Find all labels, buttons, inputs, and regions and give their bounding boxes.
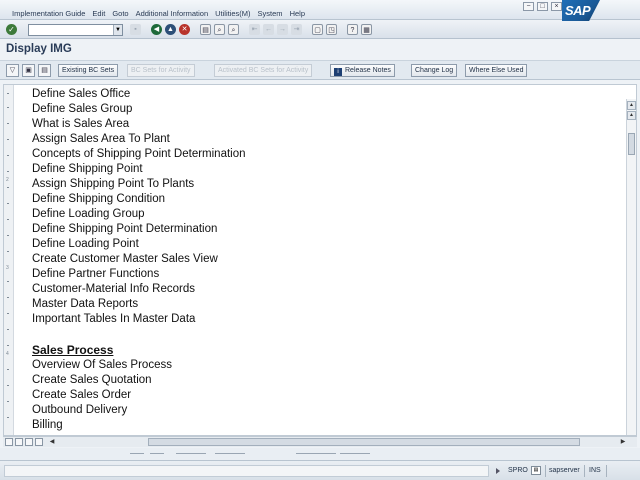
minimize-button[interactable]: − bbox=[523, 2, 534, 11]
print-icon[interactable]: ▤ bbox=[200, 24, 211, 35]
status-message-area bbox=[4, 465, 489, 477]
menu-item-implementation-guide[interactable]: Implementation Guide bbox=[12, 9, 85, 18]
enter-checkmark-icon[interactable]: ✓ bbox=[6, 24, 17, 35]
scroll-up-icon[interactable]: ▲ bbox=[627, 101, 636, 110]
line-gutter: 2 3 4 bbox=[4, 85, 14, 435]
previous-page-icon[interactable]: ← bbox=[263, 24, 274, 35]
content-line: What is Sales Area bbox=[32, 118, 130, 130]
expand-subtree-icon[interactable]: ▽ bbox=[6, 64, 19, 77]
content-line: Define Shipping Point Determination bbox=[32, 223, 218, 235]
content-line: Define Loading Group bbox=[32, 208, 145, 220]
release-notes-label: Release Notes bbox=[345, 67, 391, 74]
content-line: Assign Shipping Point To Plants bbox=[32, 178, 195, 190]
page-title: Display IMG bbox=[6, 43, 72, 55]
first-page-icon[interactable]: ⇤ bbox=[249, 24, 260, 35]
transaction-code: SPRO bbox=[508, 467, 528, 474]
menu-item-utilities[interactable]: Utilities(M) bbox=[215, 9, 250, 18]
display-icon[interactable]: ▣ bbox=[22, 64, 35, 77]
content-line: Overview Of Sales Process bbox=[32, 359, 172, 371]
content-line: Define Shipping Condition bbox=[32, 193, 165, 205]
content-line: Master Data Reports bbox=[32, 298, 139, 310]
menu-item-additional-information[interactable]: Additional Information bbox=[136, 9, 209, 18]
drawing-toolbar bbox=[0, 448, 640, 460]
horizontal-scroll-thumb[interactable] bbox=[148, 438, 580, 446]
content-line: Create Sales Order bbox=[32, 389, 132, 401]
content-line: Billing bbox=[32, 419, 63, 431]
content-lines: Define Sales Office Define Sales Group Wha… bbox=[32, 87, 246, 433]
cancel-icon[interactable]: ✕ bbox=[179, 24, 190, 35]
menu-item-goto[interactable]: Goto bbox=[112, 9, 128, 18]
section-heading: Sales Process bbox=[32, 343, 114, 357]
content-line: Define Sales Office bbox=[32, 88, 131, 100]
where-else-used-button[interactable]: Where Else Used bbox=[465, 64, 528, 77]
layout-menu-icon[interactable]: ▦ bbox=[361, 24, 372, 35]
content-line: Outbound Delivery bbox=[32, 404, 128, 416]
chevron-down-icon[interactable]: ▼ bbox=[113, 25, 122, 35]
server-name: sapserver bbox=[549, 467, 580, 474]
scroll-left-icon[interactable]: ◀ bbox=[48, 438, 56, 446]
existing-bc-sets-button[interactable]: Existing BC Sets bbox=[58, 64, 119, 77]
expand-status-icon[interactable] bbox=[496, 468, 500, 474]
status-bar: SPRO ▤ sapserver INS bbox=[0, 460, 640, 480]
command-field[interactable]: ▼ bbox=[28, 24, 123, 36]
vertical-scroll-thumb[interactable] bbox=[628, 133, 635, 155]
bc-sets-for-activity-button[interactable]: BC Sets for Activity bbox=[127, 64, 195, 77]
view-toggle-icon[interactable] bbox=[35, 438, 43, 446]
content-line: Create Sales Quotation bbox=[32, 374, 152, 386]
view-toggle-icon[interactable] bbox=[15, 438, 23, 446]
release-notes-button[interactable]: i Release Notes bbox=[330, 64, 395, 77]
toolbar-icons: ▪ ◀ ▲ ✕ ▤ ⌕ ⌕ ⇤ ← → ⇥ ▢ ◳ ? ▦ bbox=[130, 24, 372, 35]
back-icon[interactable]: ◀ bbox=[151, 24, 162, 35]
find-next-icon[interactable]: ⌕ bbox=[228, 24, 239, 35]
menu-item-help[interactable]: Help bbox=[290, 9, 305, 18]
content-line: Concepts of Shipping Point Determination bbox=[32, 148, 246, 160]
system-info-icon[interactable]: ▤ bbox=[531, 466, 541, 475]
window-controls: − □ × bbox=[523, 2, 562, 11]
last-page-icon[interactable]: ⇥ bbox=[291, 24, 302, 35]
content-line: Assign Sales Area To Plant bbox=[32, 133, 170, 145]
content-line: Define Loading Point bbox=[32, 238, 139, 250]
vertical-scrollbar[interactable]: ▲ ▲ bbox=[626, 99, 636, 435]
content-line: Define Sales Group bbox=[32, 103, 133, 115]
find-icon[interactable]: ⌕ bbox=[214, 24, 225, 35]
content-line: Define Shipping Point bbox=[32, 163, 143, 175]
save-icon[interactable]: ▪ bbox=[130, 24, 141, 35]
change-log-button[interactable]: Change Log bbox=[411, 64, 458, 77]
document-display-area[interactable]: 2 3 4 Define Sales Office Define Sales Gr… bbox=[3, 84, 637, 436]
shortcut-icon[interactable]: ◳ bbox=[326, 24, 337, 35]
maximize-button[interactable]: □ bbox=[537, 2, 548, 11]
content-line: Create Customer Master Sales View bbox=[32, 253, 218, 265]
menu-item-system[interactable]: System bbox=[258, 9, 283, 18]
view-toggle-icon[interactable] bbox=[25, 438, 33, 446]
sap-gui-window: Implementation Guide Edit Goto Additiona… bbox=[0, 0, 640, 480]
help-icon[interactable]: ? bbox=[347, 24, 358, 35]
new-session-icon[interactable]: ▢ bbox=[312, 24, 323, 35]
scroll-up-page-icon[interactable]: ▲ bbox=[627, 111, 636, 120]
scroll-right-icon[interactable]: ▶ bbox=[619, 438, 627, 446]
content-line: Customer-Material Info Records bbox=[32, 283, 195, 295]
info-icon: i bbox=[334, 68, 342, 76]
standard-toolbar: ✓ ▼ ▪ ◀ ▲ ✕ ▤ ⌕ ⌕ ⇤ ← → ⇥ ▢ ◳ ? ▦ bbox=[0, 21, 640, 39]
settings-icon[interactable]: ▤ bbox=[38, 64, 51, 77]
content-line: Define Partner Functions bbox=[32, 268, 160, 280]
view-toggle-icon[interactable] bbox=[5, 438, 13, 446]
application-toolbar: ▽ ▣ ▤ Existing BC Sets BC Sets for Activ… bbox=[0, 60, 640, 80]
input-mode: INS bbox=[589, 467, 601, 474]
sap-logo: SAP bbox=[562, 0, 600, 22]
menu-item-edit[interactable]: Edit bbox=[92, 9, 105, 18]
exit-icon[interactable]: ▲ bbox=[165, 24, 176, 35]
horizontal-scrollbar[interactable]: ◀ ▶ bbox=[3, 436, 637, 447]
close-button[interactable]: × bbox=[551, 2, 562, 11]
activated-bc-sets-button[interactable]: Activated BC Sets for Activity bbox=[214, 64, 313, 77]
content-line: Important Tables In Master Data bbox=[32, 313, 196, 325]
menu-bar: Implementation Guide Edit Goto Additiona… bbox=[0, 0, 640, 22]
next-page-icon[interactable]: → bbox=[277, 24, 288, 35]
menu-items: Implementation Guide Edit Goto Additiona… bbox=[12, 9, 312, 18]
sap-logo-text: SAP bbox=[565, 3, 591, 18]
